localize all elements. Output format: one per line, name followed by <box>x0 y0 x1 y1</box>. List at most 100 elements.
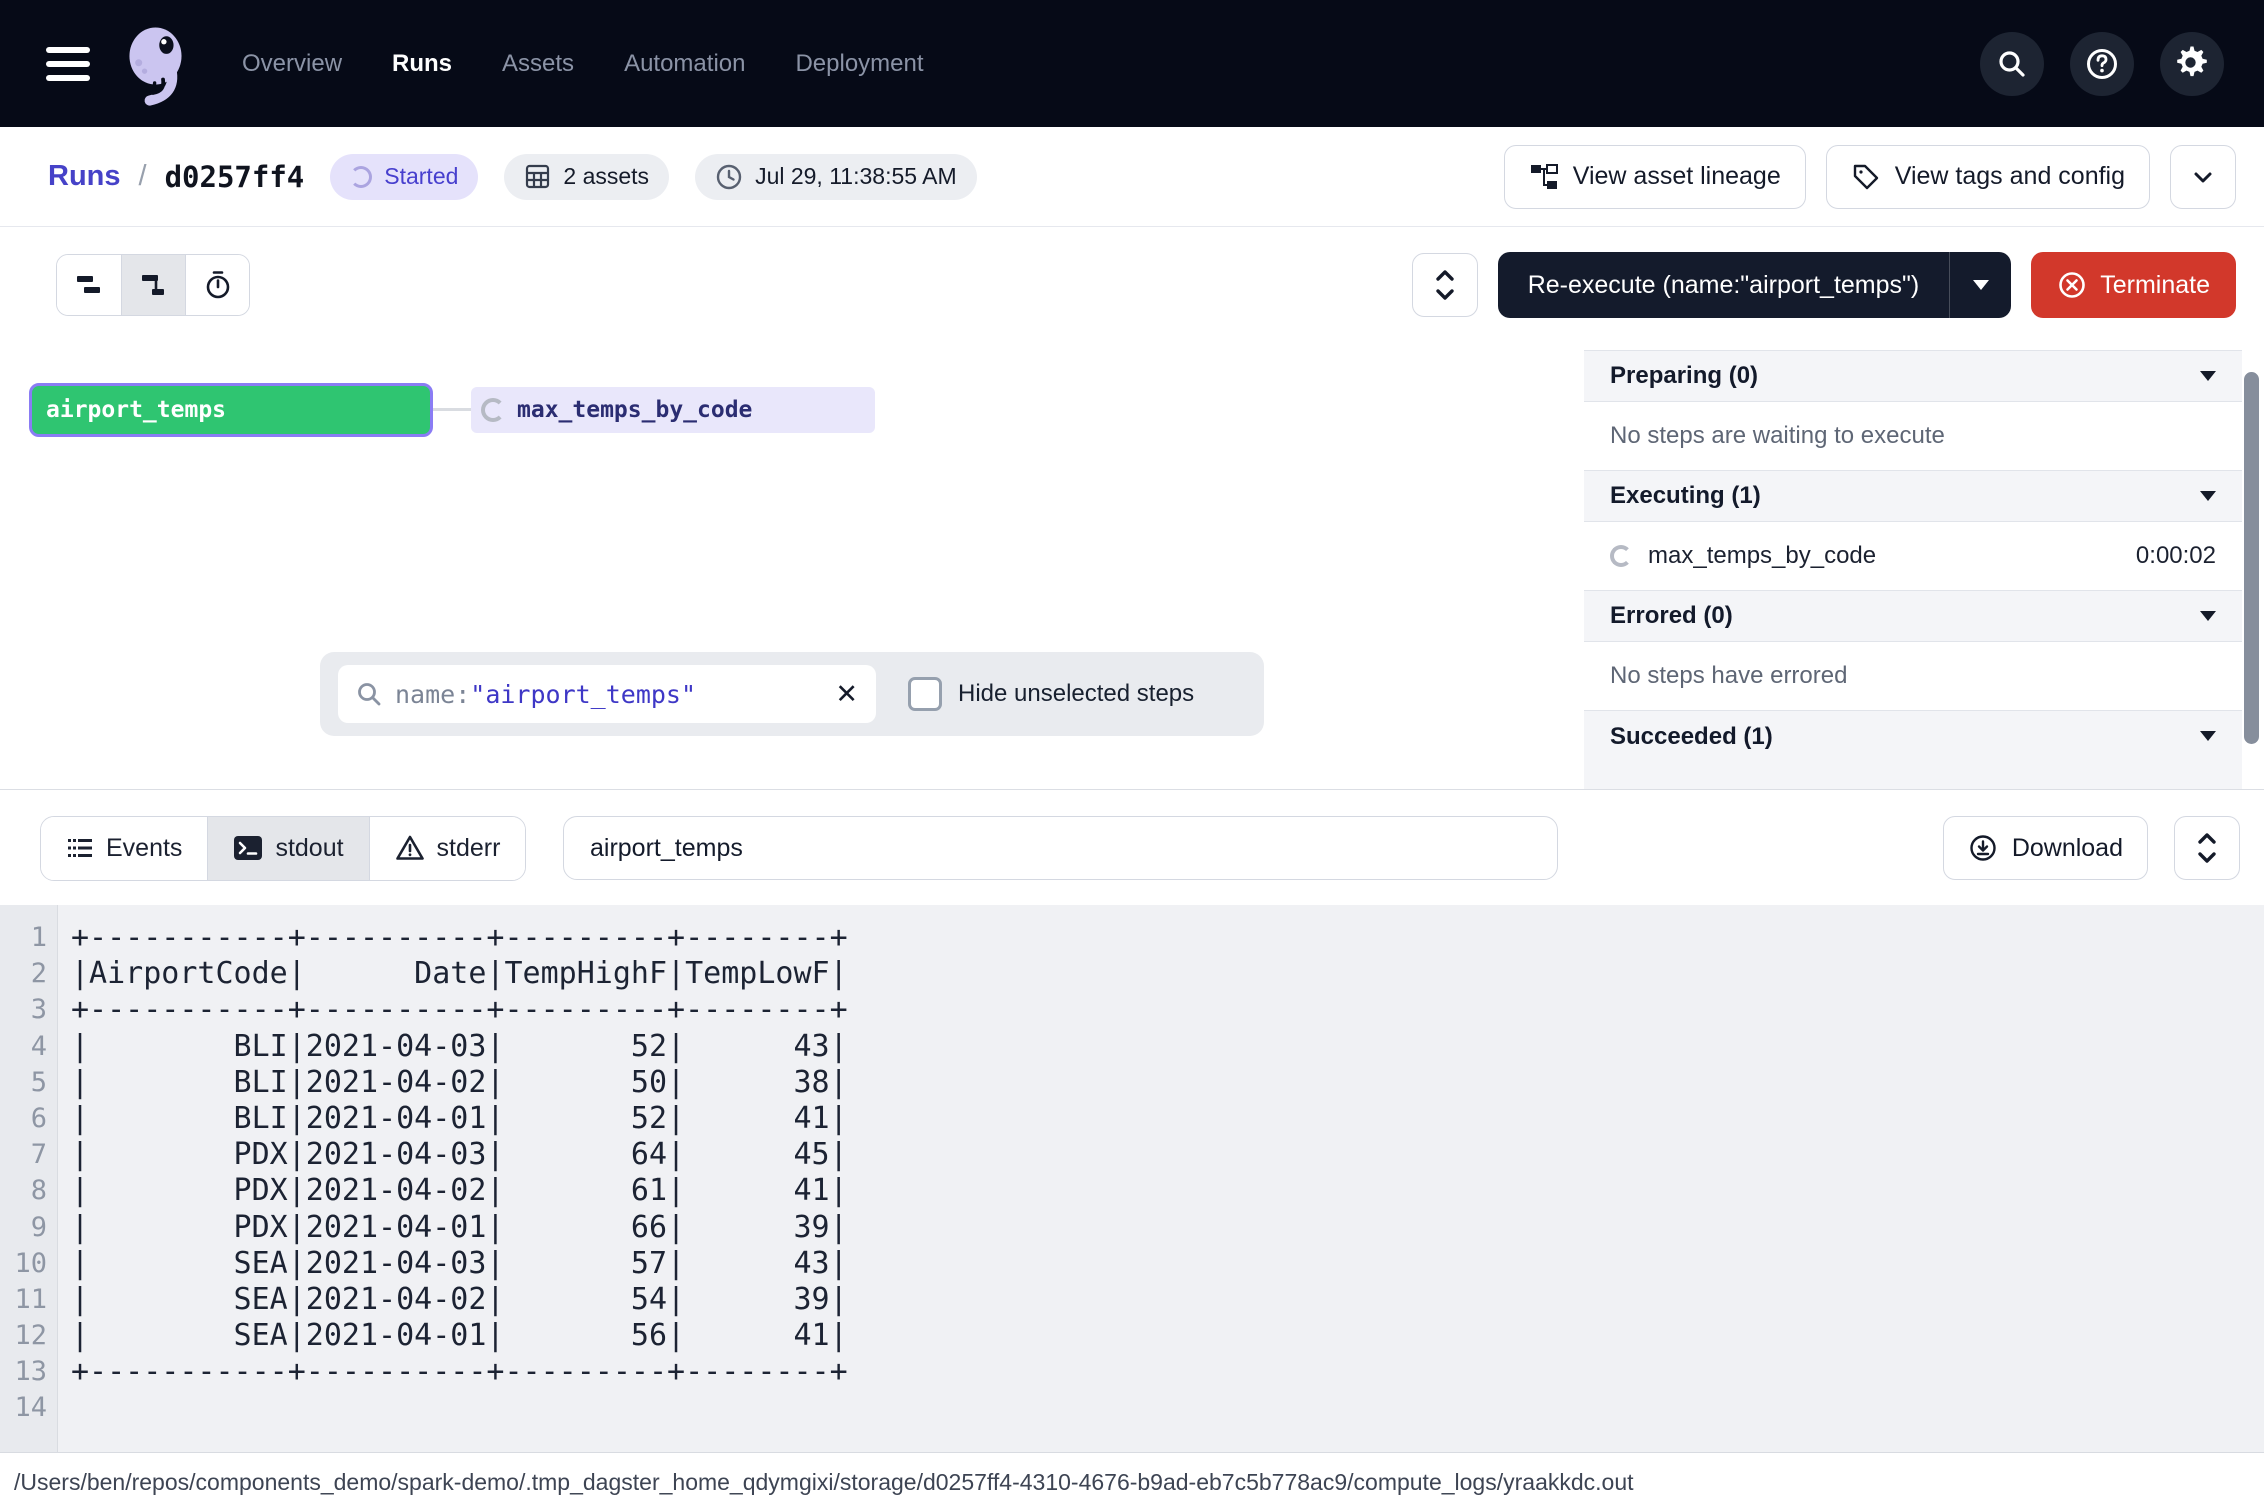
view-tags-config-label: View tags and config <box>1895 162 2125 191</box>
nav-item-assets[interactable]: Assets <box>502 50 574 78</box>
log-line: | PDX|2021-04-03| 64| 45| <box>71 1137 2264 1173</box>
log-line-number: 5 <box>0 1065 57 1101</box>
tab-stderr[interactable]: stderr <box>369 817 526 880</box>
section-title: Errored (0) <box>1610 602 1733 630</box>
gantt-toolbar: Re-execute (name:"airport_temps") Termin… <box>0 228 2264 342</box>
empty-state-text: No steps are waiting to execute <box>1610 422 1945 450</box>
log-file-path: /Users/ben/repos/components_demo/spark-d… <box>14 1469 1634 1496</box>
log-toolbar: Events stdout stderr airport_temps <box>0 791 2264 905</box>
vertical-scrollbar[interactable] <box>2244 372 2259 744</box>
log-line-number: 12 <box>0 1318 57 1354</box>
panel-empty-preparing: No steps are waiting to execute <box>1584 402 2242 470</box>
view-tags-config-button[interactable]: View tags and config <box>1826 145 2150 209</box>
view-asset-lineage-label: View asset lineage <box>1573 162 1781 191</box>
log-line-number: 2 <box>0 956 57 992</box>
started-spinner-icon <box>350 166 372 188</box>
expand-gantt-button[interactable] <box>1412 253 1478 317</box>
gantt-chart-pane: airport_temps max_temps_by_code name:"ai… <box>0 342 2264 790</box>
download-label: Download <box>2012 834 2123 863</box>
log-line-number: 7 <box>0 1137 57 1173</box>
expand-logs-button[interactable] <box>2174 816 2240 880</box>
step-node-label: airport_temps <box>46 397 226 423</box>
section-title: Succeeded (1) <box>1610 723 1773 751</box>
filter-query-value: "airport_temps" <box>470 680 696 709</box>
clock-icon <box>715 163 743 191</box>
nav-icon-buttons <box>1980 32 2224 96</box>
reexecute-button[interactable]: Re-execute (name:"airport_temps") <box>1498 252 1950 318</box>
step-filter-input[interactable]: name:"airport_temps" ✕ <box>338 665 876 723</box>
spinner-icon <box>1610 545 1632 567</box>
assets-count-label: 2 assets <box>563 163 649 190</box>
breadcrumb-runs-link[interactable]: Runs <box>48 160 121 193</box>
caret-down-icon <box>1973 280 1989 290</box>
log-line: | SEA|2021-04-02| 54| 39| <box>71 1282 2264 1318</box>
search-icon[interactable] <box>1980 32 2044 96</box>
dependency-edge <box>433 408 471 411</box>
chevron-down-icon <box>2189 163 2217 191</box>
log-line: +-----------+----------+---------+------… <box>71 992 2264 1028</box>
panel-section-executing[interactable]: Executing (1) <box>1584 470 2242 522</box>
log-line: | BLI|2021-04-02| 50| 38| <box>71 1065 2264 1101</box>
hide-unselected-checkbox[interactable] <box>908 677 942 711</box>
gantt-flat-view-button[interactable] <box>57 255 121 315</box>
log-file-path-bar: /Users/ben/repos/components_demo/spark-d… <box>0 1452 2264 1512</box>
terminate-button[interactable]: Terminate <box>2031 252 2236 318</box>
tab-stdout[interactable]: stdout <box>207 817 368 880</box>
gantt-view-toggle <box>56 254 250 316</box>
timer-view-button[interactable] <box>185 255 249 315</box>
menu-icon[interactable] <box>46 47 90 81</box>
log-line-number: 10 <box>0 1246 57 1282</box>
tab-label: Events <box>106 834 182 863</box>
nav-item-automation[interactable]: Automation <box>624 50 745 78</box>
executing-step-row[interactable]: max_temps_by_code 0:00:02 <box>1584 522 2242 590</box>
run-actions: Re-execute (name:"airport_temps") Termin… <box>1412 252 2236 318</box>
breadcrumb-separator: / <box>139 160 147 193</box>
log-line-number: 9 <box>0 1210 57 1246</box>
expand-updown-icon <box>1433 268 1457 302</box>
step-node-max-temps-by-code[interactable]: max_temps_by_code <box>471 387 875 433</box>
log-line-number: 13 <box>0 1354 57 1390</box>
gantt-waterfall-view-button[interactable] <box>121 255 185 315</box>
hide-unselected-steps-control[interactable]: Hide unselected steps <box>908 677 1194 711</box>
stdout-log-viewer[interactable]: 1234567891011121314 +-----------+-------… <box>0 905 2264 1452</box>
settings-icon[interactable] <box>2160 32 2224 96</box>
panel-section-preparing[interactable]: Preparing (0) <box>1584 350 2242 402</box>
reexecute-dropdown-button[interactable] <box>1949 252 2011 318</box>
log-type-tabs: Events stdout stderr <box>40 816 526 881</box>
running-spinner-icon <box>481 398 505 422</box>
download-button[interactable]: Download <box>1943 816 2148 880</box>
run-status-badge[interactable]: Started <box>330 154 478 200</box>
more-actions-button[interactable] <box>2170 145 2236 209</box>
clear-filter-icon[interactable]: ✕ <box>835 681 858 708</box>
step-status-panel: Preparing (0) No steps are waiting to ex… <box>1584 350 2242 790</box>
nav-item-overview[interactable]: Overview <box>242 50 342 78</box>
dagster-logo-icon[interactable] <box>116 19 200 109</box>
tab-events[interactable]: Events <box>41 817 207 880</box>
help-icon[interactable] <box>2070 32 2134 96</box>
events-list-icon <box>66 834 94 862</box>
assets-count-badge[interactable]: 2 assets <box>504 154 669 200</box>
nav-links: Overview Runs Assets Automation Deployme… <box>242 50 924 78</box>
reexecute-label: Re-execute (name:"airport_temps") <box>1528 271 1920 300</box>
filter-query: name:"airport_temps" <box>395 680 696 709</box>
log-actions: Download <box>1943 816 2240 880</box>
terminate-label: Terminate <box>2100 271 2210 300</box>
caret-down-icon <box>2200 611 2216 621</box>
step-node-airport-temps[interactable]: airport_temps <box>29 383 433 437</box>
nav-item-deployment[interactable]: Deployment <box>795 50 923 78</box>
log-gutter: 1234567891011121314 <box>0 905 58 1452</box>
panel-section-succeeded[interactable]: Succeeded (1) <box>1584 710 2242 790</box>
caret-down-icon <box>2200 371 2216 381</box>
nav-item-runs[interactable]: Runs <box>392 50 452 78</box>
search-icon <box>356 681 382 707</box>
log-step-filter-input[interactable]: airport_temps <box>563 816 1558 880</box>
tab-label: stdout <box>275 834 343 863</box>
log-line: | SEA|2021-04-03| 57| 43| <box>71 1246 2264 1282</box>
log-line-number: 4 <box>0 1029 57 1065</box>
empty-state-text: No steps have errored <box>1610 662 1847 690</box>
panel-empty-errored: No steps have errored <box>1584 642 2242 710</box>
view-asset-lineage-button[interactable]: View asset lineage <box>1504 145 1806 209</box>
section-title: Executing (1) <box>1610 482 1761 510</box>
panel-section-errored[interactable]: Errored (0) <box>1584 590 2242 642</box>
log-line-number: 8 <box>0 1173 57 1209</box>
